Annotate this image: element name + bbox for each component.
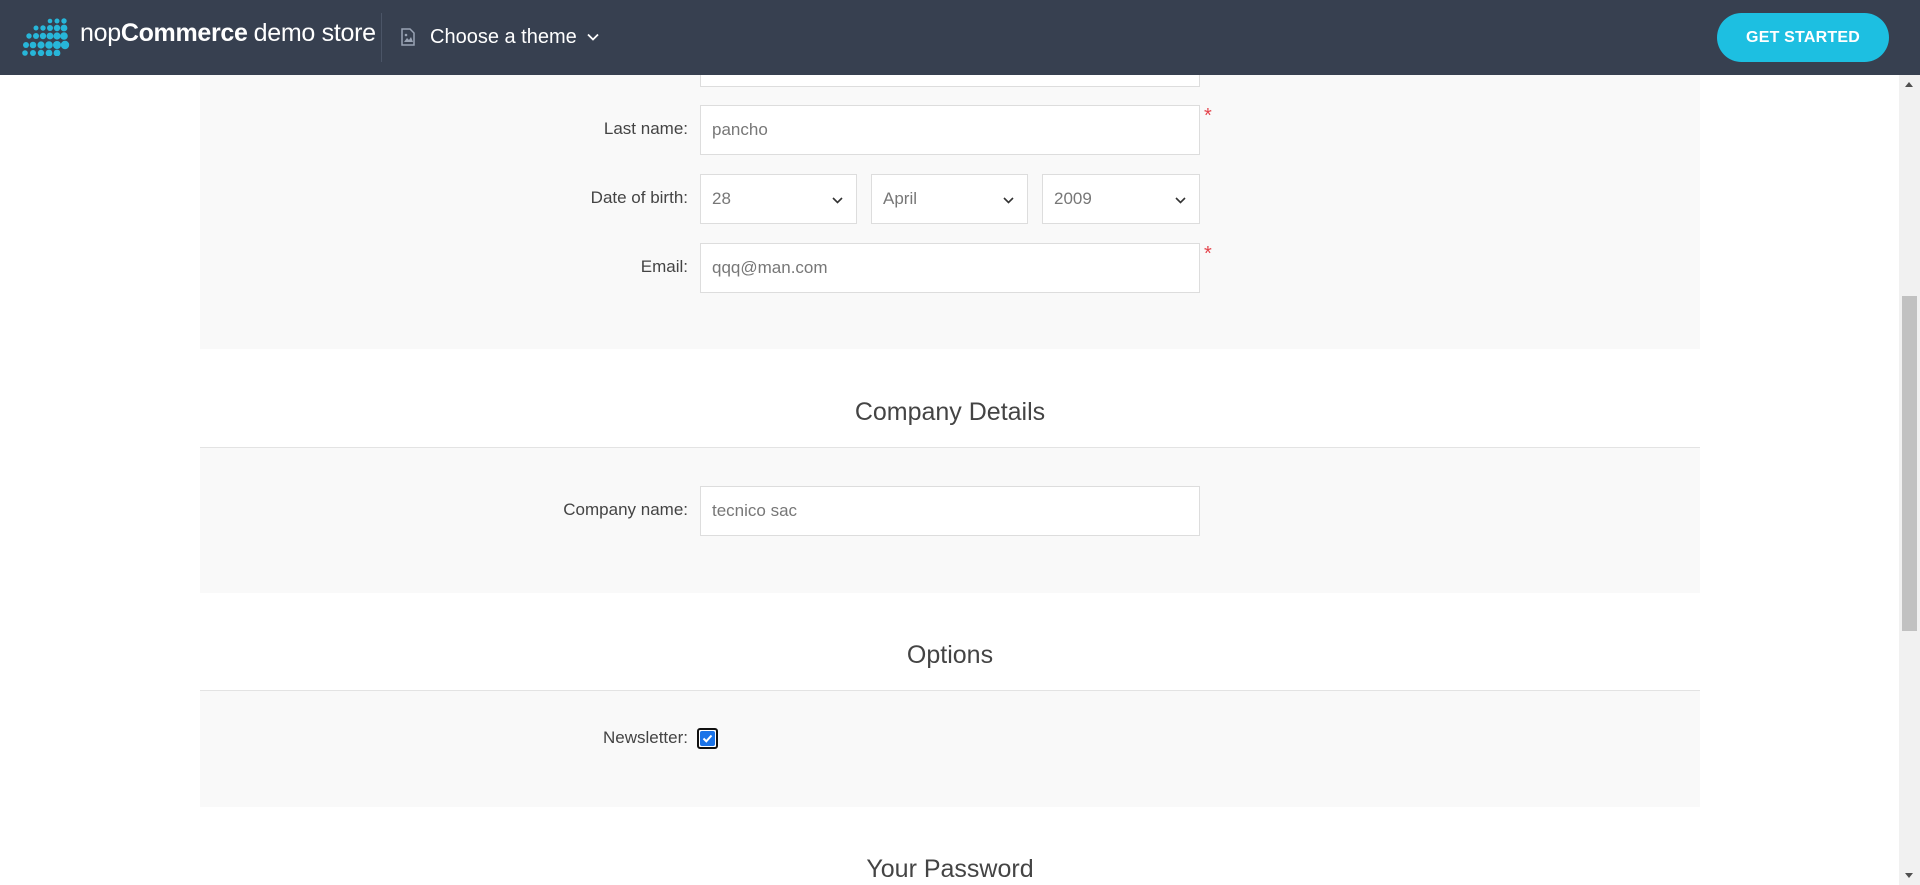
brand-demo-store: demo store: [253, 19, 376, 47]
newsletter-checkbox[interactable]: [697, 728, 718, 749]
chevron-down-icon: [1003, 197, 1014, 204]
newsletter-label: Newsletter:: [602, 728, 688, 747]
scroll-down-arrow-icon[interactable]: [1905, 873, 1913, 878]
get-started-button[interactable]: GET STARTED: [1717, 13, 1889, 62]
choose-theme-label: Choose a theme: [430, 25, 577, 48]
last-name-label: Last name:: [603, 119, 688, 138]
dob-year-value: 2009: [1054, 189, 1092, 208]
company-details-title: Company Details: [854, 398, 1046, 426]
nopcommerce-logo-icon[interactable]: [20, 18, 72, 56]
dob-year-select[interactable]: 2009: [1042, 174, 1200, 224]
header-divider: [381, 13, 382, 62]
checkmark-icon: [702, 734, 713, 743]
dob-month-value: April: [883, 189, 918, 208]
chevron-down-icon: [587, 33, 599, 41]
image-icon: [401, 28, 415, 46]
last-name-required-mark: *: [1204, 105, 1212, 127]
dob-day-select[interactable]: 28: [700, 174, 857, 224]
scrollbar-thumb[interactable]: [1902, 296, 1917, 631]
options-title: Options: [906, 641, 994, 669]
options-panel: [200, 690, 1700, 807]
company-name-input[interactable]: tecnico sac: [700, 486, 1200, 536]
your-password-title: Your Password: [866, 855, 1034, 883]
date-of-birth-label: Date of birth:: [590, 188, 688, 207]
email-required-mark: *: [1204, 243, 1212, 265]
checkbox-fill: [700, 731, 715, 746]
dob-month-select[interactable]: April: [871, 174, 1028, 224]
email-label: Email:: [640, 257, 688, 276]
scroll-up-arrow-icon[interactable]: [1905, 82, 1913, 87]
brand-name[interactable]: nopCommerce demo store: [80, 19, 376, 48]
chevron-down-icon: [1175, 197, 1186, 204]
top-bar: nopCommerce demo store Choose a theme GET…: [0, 0, 1920, 75]
company-name-label: Company name:: [563, 500, 688, 519]
brand-nop: nop: [80, 19, 121, 47]
dob-day-value: 28: [712, 189, 731, 208]
page-scrollbar[interactable]: [1899, 75, 1920, 885]
chevron-down-icon: [832, 197, 843, 204]
brand-commerce: Commerce: [120, 19, 248, 47]
choose-theme-dropdown[interactable]: Choose a theme: [398, 22, 600, 52]
email-input[interactable]: qqq@man.com: [700, 243, 1200, 293]
last-name-input[interactable]: pancho: [700, 105, 1200, 155]
